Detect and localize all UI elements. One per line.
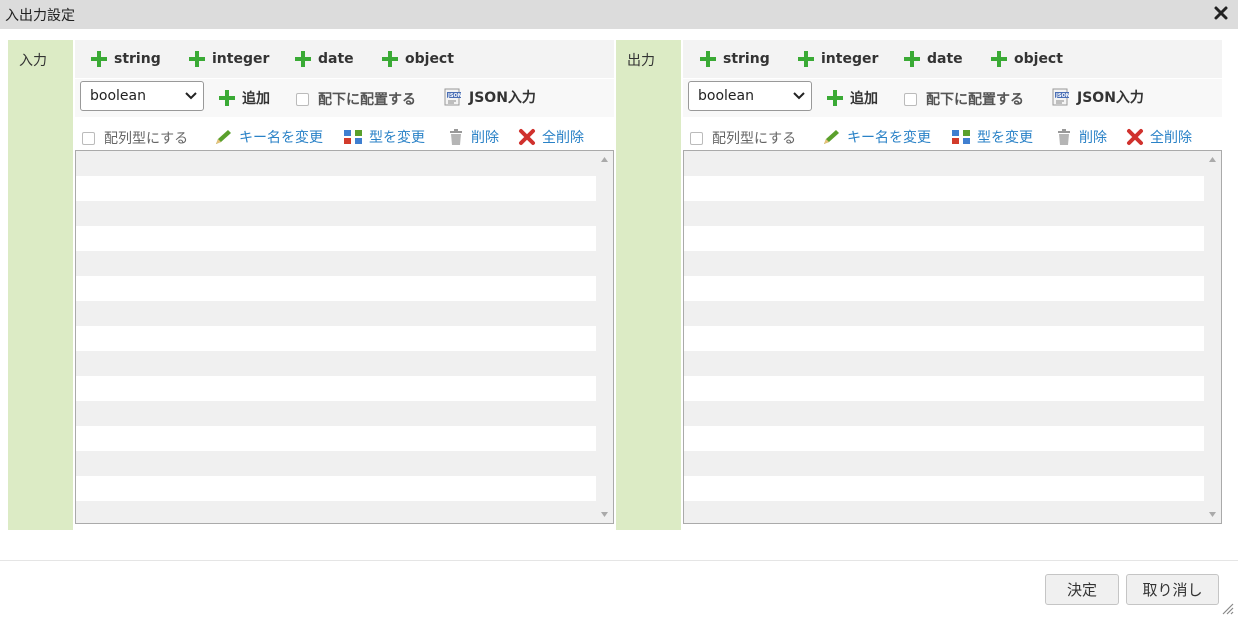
- type-add-row: string integer date object: [75, 40, 614, 78]
- plus-icon: [904, 51, 920, 67]
- json-input-button[interactable]: JSON JSON入力: [1051, 88, 1144, 106]
- delete-all-button[interactable]: 全削除: [518, 128, 584, 146]
- checkbox[interactable]: [690, 131, 703, 145]
- add-object-button[interactable]: object: [381, 50, 454, 68]
- add-date-button[interactable]: date: [294, 50, 354, 68]
- plus-icon: [991, 51, 1007, 67]
- scroll-down-icon[interactable]: [601, 512, 608, 517]
- change-type-button[interactable]: 型を変更: [951, 128, 1033, 146]
- scroll-down-icon[interactable]: [1209, 512, 1216, 517]
- swap-icon: [344, 130, 362, 144]
- x-icon: [1127, 129, 1143, 145]
- edit-row: 配列型にする キー名を変更 型を変更 削除 全削除: [75, 119, 614, 149]
- panel-label-column: 入力: [8, 40, 73, 530]
- key-list[interactable]: [75, 150, 614, 524]
- plus-icon: [189, 51, 205, 67]
- resize-grip-icon[interactable]: [1220, 601, 1234, 615]
- footer-divider: [0, 560, 1238, 561]
- pencil-icon: [216, 130, 231, 144]
- json-input-button[interactable]: JSON JSON入力: [443, 88, 536, 106]
- output-panel: 出力 string integer date object boolean 追加…: [616, 40, 1222, 530]
- swap-icon: [952, 130, 970, 144]
- type-select[interactable]: boolean: [688, 81, 812, 111]
- scroll-up-icon[interactable]: [1209, 157, 1216, 162]
- chevron-down-icon: [793, 92, 805, 100]
- nest-checkbox[interactable]: 配下に配置する: [296, 90, 416, 108]
- dialog-titlebar: 入出力設定: [0, 0, 1238, 29]
- plus-icon: [382, 51, 398, 67]
- change-type-button[interactable]: 型を変更: [343, 128, 425, 146]
- scrollbar[interactable]: [1204, 151, 1221, 523]
- svg-text:JSON: JSON: [447, 93, 462, 99]
- trash-icon: [450, 129, 462, 145]
- checkbox[interactable]: [904, 92, 917, 106]
- dialog-title: 入出力設定: [5, 8, 75, 24]
- array-checkbox[interactable]: 配列型にする: [82, 129, 188, 147]
- scroll-up-icon[interactable]: [601, 157, 608, 162]
- chevron-down-icon: [185, 92, 197, 100]
- plus-icon: [295, 51, 311, 67]
- cancel-button[interactable]: 取り消し: [1126, 574, 1219, 605]
- svg-text:JSON: JSON: [1055, 93, 1070, 99]
- pencil-icon: [824, 130, 839, 144]
- add-object-button[interactable]: object: [990, 50, 1063, 68]
- input-panel: 入力 string integer date object boolean 追加…: [8, 40, 614, 530]
- add-string-button[interactable]: string: [90, 50, 161, 68]
- json-icon: JSON: [1052, 88, 1070, 106]
- key-list[interactable]: [683, 150, 1222, 524]
- add-options-row: boolean 追加 配下に配置する JSON JSON入力: [683, 79, 1222, 117]
- scrollbar[interactable]: [596, 151, 613, 523]
- rename-key-button[interactable]: キー名を変更: [821, 128, 931, 146]
- rename-key-button[interactable]: キー名を変更: [213, 128, 323, 146]
- ok-button[interactable]: 決定: [1045, 574, 1119, 605]
- plus-icon: [827, 90, 843, 106]
- add-string-button[interactable]: string: [699, 50, 770, 68]
- panel-content: string integer date object boolean 追加 配下…: [75, 40, 614, 530]
- panel-content: string integer date object boolean 追加 配下…: [683, 40, 1222, 530]
- plus-icon: [798, 51, 814, 67]
- add-button[interactable]: 追加: [826, 89, 878, 107]
- checkbox[interactable]: [82, 131, 95, 145]
- trash-icon: [1058, 129, 1070, 145]
- json-icon: JSON: [444, 88, 462, 106]
- panel-label-column: 出力: [616, 40, 681, 530]
- add-integer-button[interactable]: integer: [188, 50, 269, 68]
- plus-icon: [219, 90, 235, 106]
- delete-all-button[interactable]: 全削除: [1126, 128, 1192, 146]
- x-icon: [519, 129, 535, 145]
- add-button[interactable]: 追加: [218, 89, 270, 107]
- close-icon[interactable]: [1212, 4, 1230, 22]
- type-add-row: string integer date object: [683, 40, 1222, 78]
- delete-button[interactable]: 削除: [447, 128, 499, 146]
- type-select[interactable]: boolean: [80, 81, 204, 111]
- add-date-button[interactable]: date: [903, 50, 963, 68]
- add-integer-button[interactable]: integer: [797, 50, 878, 68]
- delete-button[interactable]: 削除: [1055, 128, 1107, 146]
- array-checkbox[interactable]: 配列型にする: [690, 129, 796, 147]
- add-options-row: boolean 追加 配下に配置する JSON JSON入力: [75, 79, 614, 117]
- plus-icon: [91, 51, 107, 67]
- panel-label: 出力: [627, 53, 655, 69]
- nest-checkbox[interactable]: 配下に配置する: [904, 90, 1024, 108]
- checkbox[interactable]: [296, 92, 309, 106]
- edit-row: 配列型にする キー名を変更 型を変更 削除 全削除: [683, 119, 1222, 149]
- panel-label: 入力: [19, 53, 47, 69]
- plus-icon: [700, 51, 716, 67]
